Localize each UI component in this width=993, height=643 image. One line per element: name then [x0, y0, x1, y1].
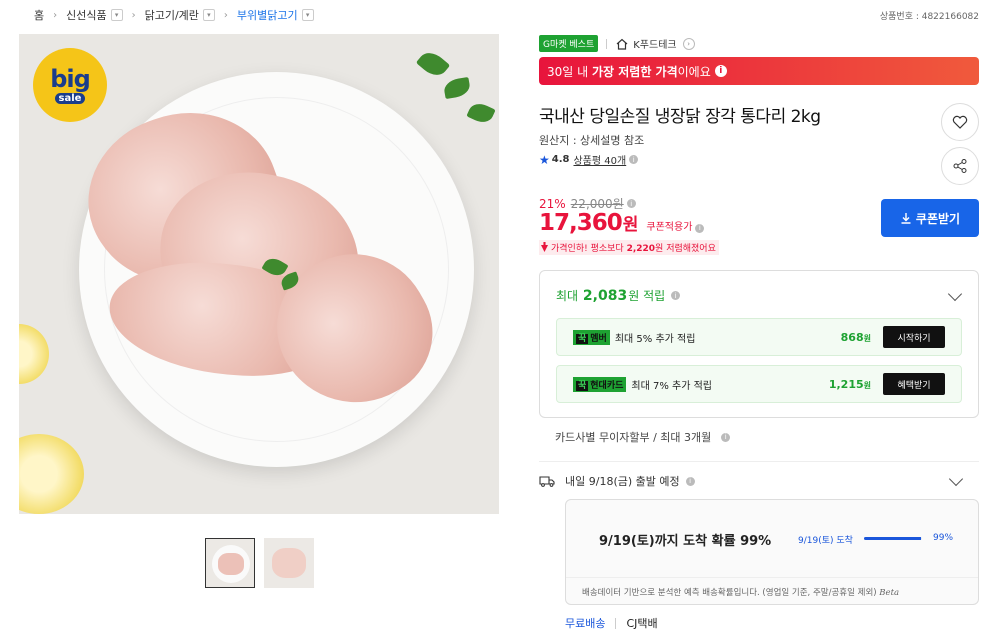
info-icon[interactable]: i [714, 65, 727, 77]
download-icon [901, 213, 911, 224]
chevron-down-icon[interactable] [947, 286, 963, 302]
info-icon[interactable]: i [695, 223, 705, 233]
chevron-down-icon[interactable]: ▾ [301, 9, 314, 21]
product-origin: 원산지 : 상세설명 참조 [539, 134, 645, 147]
reward-amount: 868원 [840, 330, 871, 344]
info-icon[interactable]: i [629, 155, 639, 164]
reward-row-card: 꾹 현대카드 최대 7% 추가 적립 1,215원 혜택받기 [556, 365, 962, 403]
review-link[interactable]: 상품평 40개 [573, 152, 626, 167]
discount-percent: 21% [539, 196, 566, 211]
breadcrumb-category-fresh[interactable]: 신선식품 ▾ [66, 7, 123, 23]
parsley-leaf [442, 76, 472, 100]
share-icon [953, 159, 967, 173]
thumbnail-2[interactable] [264, 538, 314, 588]
info-icon[interactable]: i [685, 476, 695, 486]
reward-row-member: 꾹 멤버 최대 5% 추가 적립 868원 시작하기 [556, 318, 962, 356]
price-drop-note: 가격인하! 평소보다 2,220원 저렴해졌어요 [539, 240, 719, 255]
member-tag: 꾹 멤버 [573, 329, 610, 345]
star-icon: ★ [539, 152, 550, 167]
divider [539, 461, 979, 462]
best-badge: G마켓 베스트 [539, 35, 599, 52]
courier-row: 무료배송 CJ택배 [565, 615, 658, 631]
arrow-down-icon [541, 242, 548, 252]
chevron-down-icon[interactable] [948, 471, 964, 487]
courier-name: CJ택배 [626, 617, 658, 630]
lowest-price-banner: 30일 내 가장 저렴한 가격 이에요 i [539, 57, 979, 85]
info-icon[interactable]: i [626, 199, 636, 208]
seller-name-link[interactable]: K푸드테크 [633, 36, 676, 51]
start-button[interactable]: 시작하기 [883, 326, 945, 348]
thumbnail-list [205, 538, 314, 588]
get-benefit-button[interactable]: 혜택받기 [883, 373, 945, 395]
delivery-prediction: 9/19(토)까지 도착 확률 99% 9/19(토) 도착 99% 배송데이터… [565, 499, 979, 605]
breadcrumb: 홈 › 신선식품 ▾ › 닭고기/계란 ▾ › 부위별닭고기 ▾ [34, 7, 314, 23]
breadcrumb-category-parts[interactable]: 부위별닭고기 ▾ [237, 7, 314, 23]
home-icon [616, 38, 628, 50]
rating: ★ 4.8 상품평 40개 i [539, 152, 639, 167]
breadcrumb-category-chicken-egg[interactable]: 닭고기/계란 ▾ [145, 7, 215, 23]
product-number: 상품번호 : 4822166082 [879, 12, 979, 22]
card-tag: 꾹 현대카드 [573, 376, 627, 392]
product-title: 국내산 당일손질 냉장닭 장각 통다리 2kg [539, 107, 821, 127]
chevron-right-icon: › [131, 9, 136, 21]
reward-box: 최대 2,083 원 적립 i 꾹 멤버 최대 5% 추가 적립 868원 시작하기… [539, 270, 979, 418]
sale-price: 17,360 원 쿠폰적용가 i [539, 210, 705, 236]
delivery-progress-bar [864, 537, 922, 540]
chevron-right-icon: › [223, 9, 228, 21]
wishlist-button[interactable] [941, 103, 979, 141]
reward-head[interactable]: 최대 2,083 원 적립 i [556, 287, 681, 304]
coupon-download-button[interactable]: 쿠폰받기 [881, 199, 979, 237]
parsley-leaf [466, 99, 496, 127]
chevron-down-icon[interactable]: ▾ [110, 9, 123, 21]
free-shipping-label: 무료배송 [565, 617, 606, 630]
heart-icon [952, 115, 968, 129]
prediction-note: 배송데이터 기반으로 분석한 예측 배송확률입니다. (영업일 기준, 주말/공… [566, 577, 978, 606]
main-product-image[interactable]: big sale [19, 34, 499, 514]
installment-info: 카드사별 무이자할부 / 최대 3개월 i [555, 429, 731, 445]
truck-icon [539, 476, 555, 487]
thumbnail-1[interactable] [205, 538, 255, 588]
share-button[interactable] [941, 147, 979, 185]
lemon-slice [19, 324, 49, 384]
reward-amount: 1,215원 [828, 377, 871, 391]
info-icon[interactable]: i [721, 432, 731, 442]
seller-row: G마켓 베스트 K푸드테크 › [539, 35, 695, 52]
shipping-row[interactable]: 내일 9/18(금) 출발 예정 i [539, 471, 979, 489]
chevron-right-icon[interactable]: › [682, 37, 695, 50]
breadcrumb-home[interactable]: 홈 [34, 7, 44, 23]
parsley-leaf [415, 47, 451, 81]
info-icon[interactable]: i [671, 291, 681, 300]
chevron-down-icon[interactable]: ▾ [202, 9, 215, 21]
chevron-right-icon: › [53, 9, 58, 21]
lemon-slice [19, 434, 84, 514]
big-sale-badge: big sale [33, 48, 107, 122]
